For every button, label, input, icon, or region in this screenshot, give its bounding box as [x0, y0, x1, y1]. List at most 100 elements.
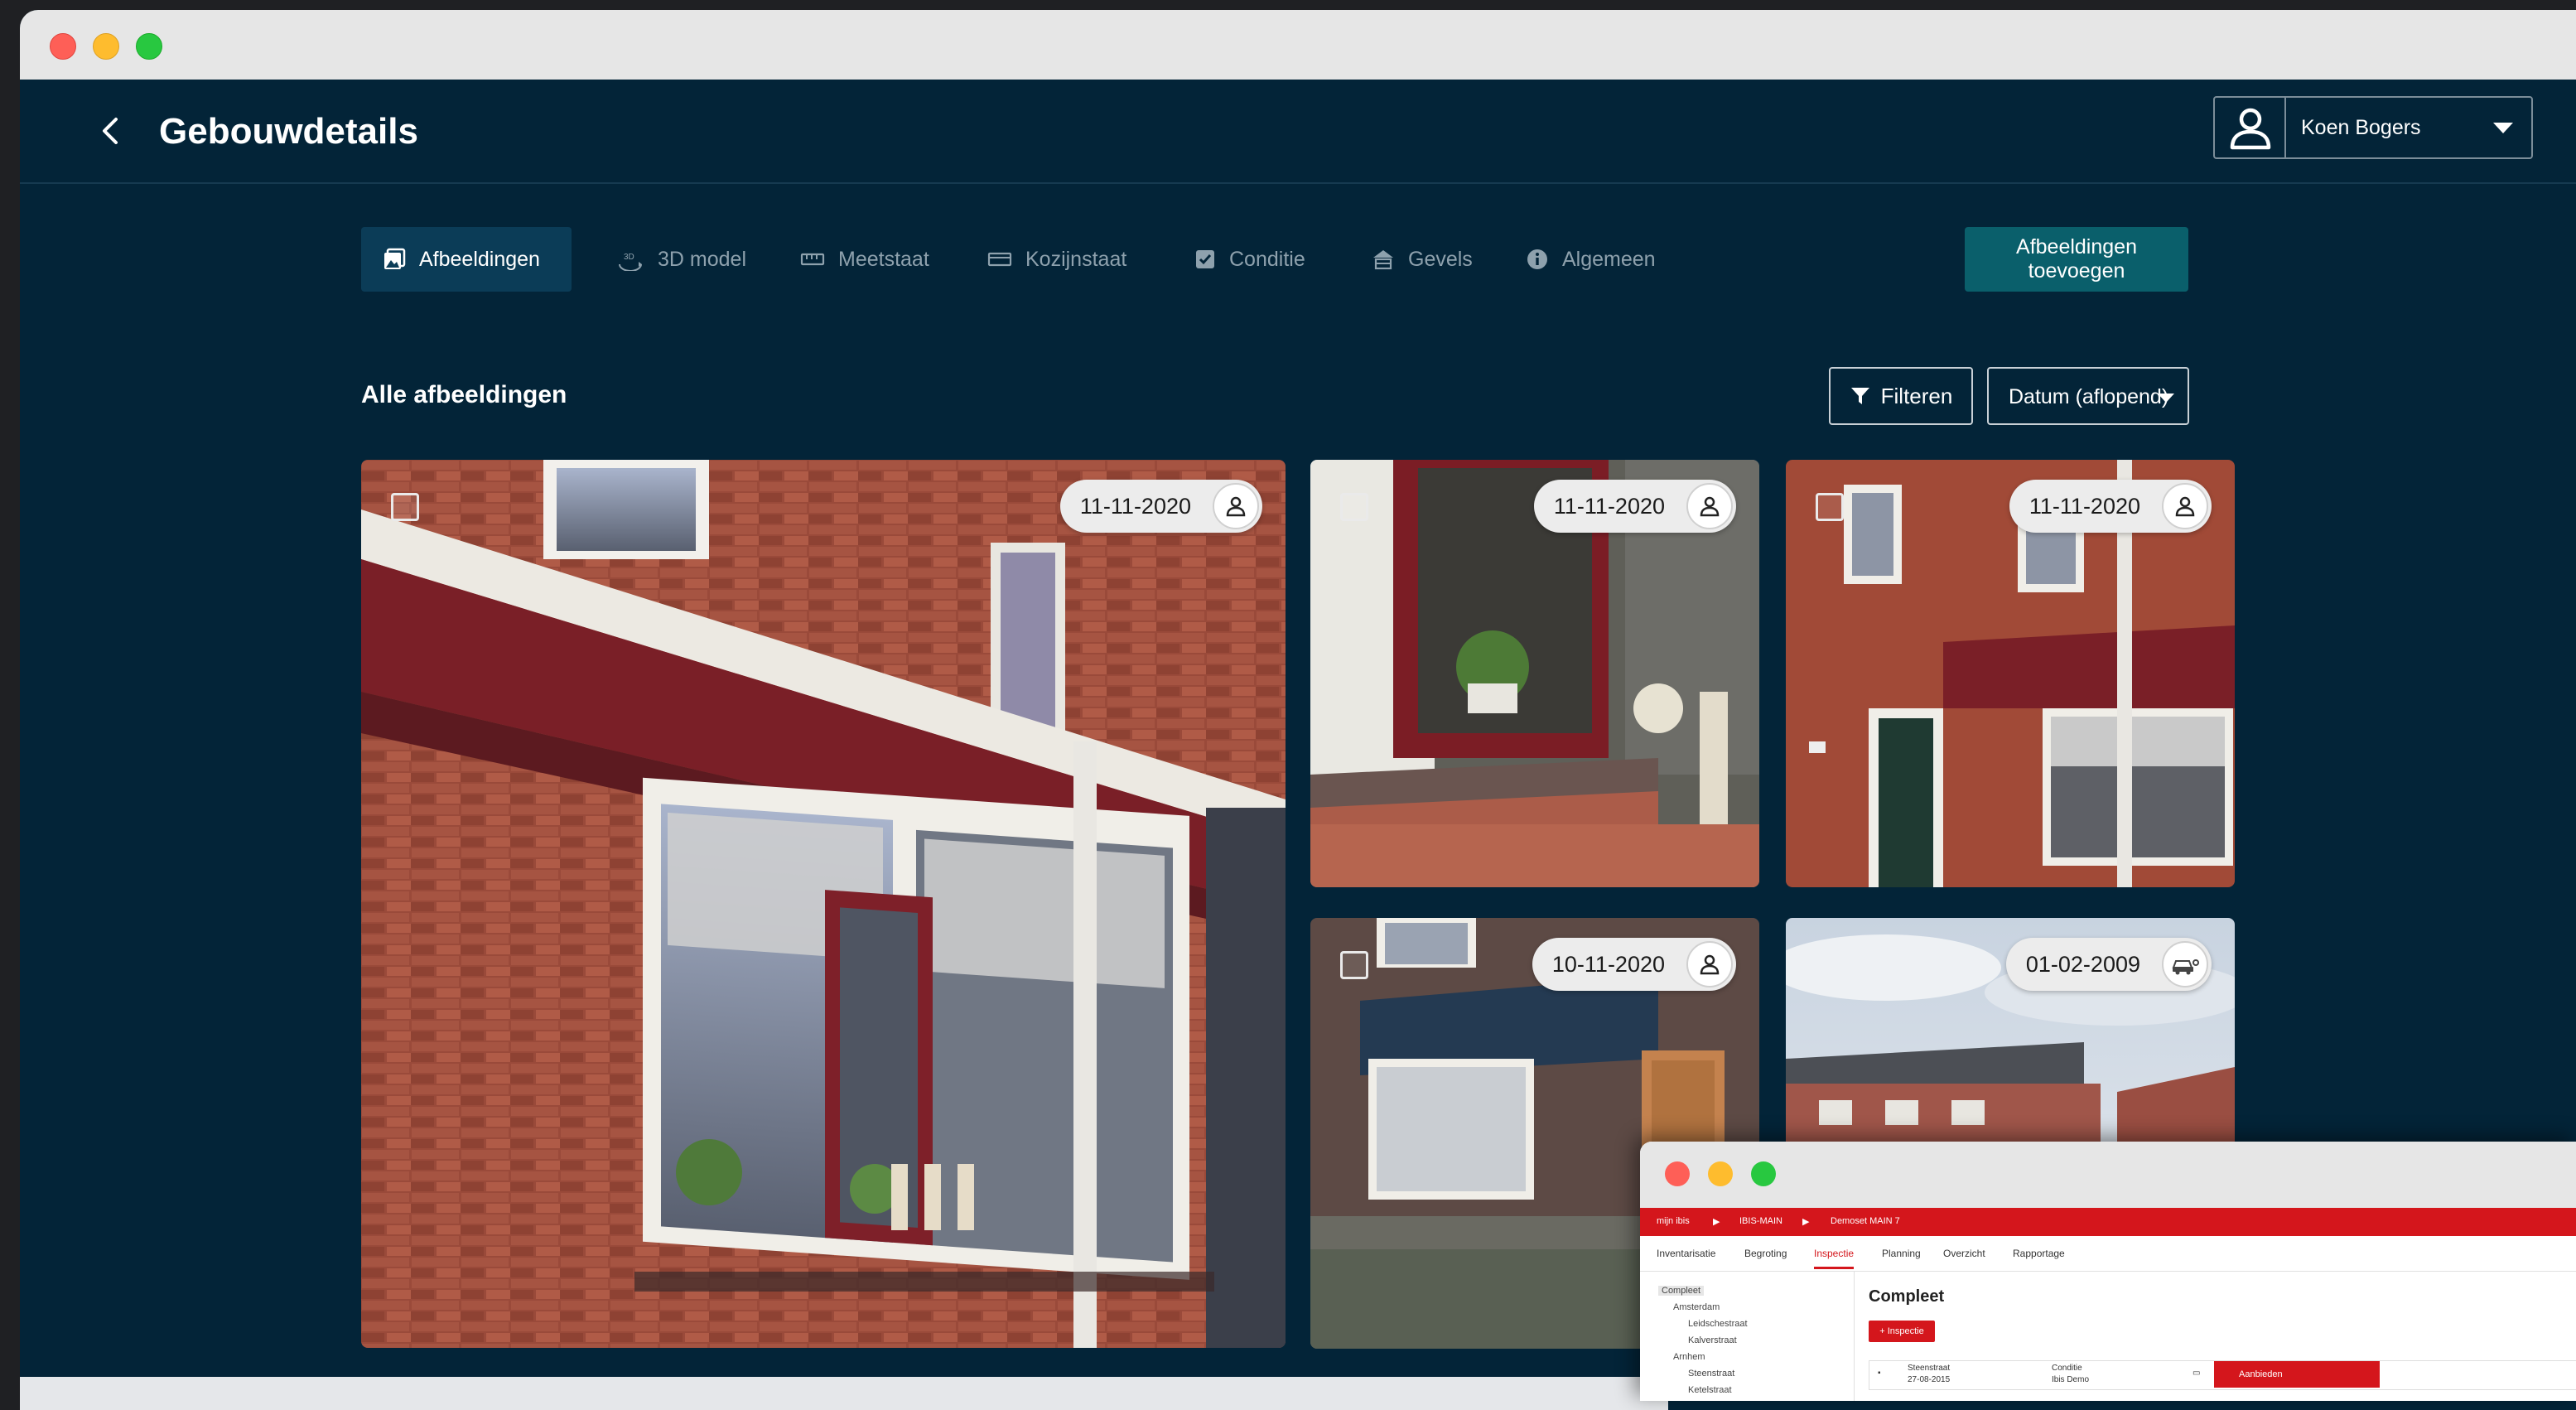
- file-icon: ▪: [1878, 1369, 1881, 1378]
- user-avatar-icon: [2230, 108, 2271, 150]
- sort-select[interactable]: Datum (aflopend): [1987, 367, 2189, 425]
- filter-label: Filteren: [1880, 383, 1953, 408]
- photo-select-checkbox[interactable]: [391, 493, 419, 521]
- cube-3d-icon: 3D: [619, 253, 642, 271]
- bottom-scroll-area: [20, 1377, 1668, 1410]
- nav-item-inventarisatie[interactable]: Inventarisatie: [1657, 1248, 1715, 1259]
- tree-sidebar: Compleet Amsterdam Leidschestraat Kalver…: [1640, 1271, 1855, 1401]
- caret-down-icon: [2158, 394, 2174, 403]
- tab-algemeen[interactable]: Algemeen: [1504, 227, 1677, 292]
- nav-item-overzicht[interactable]: Overzicht: [1943, 1248, 1985, 1259]
- sort-selected-value: Datum (aflopend): [2009, 385, 2169, 408]
- secondary-app-window: mijn ibis ▶ IBIS-MAIN ▶ Demoset MAIN 7 I…: [1640, 1142, 2576, 1401]
- tree-item[interactable]: Amsterdam: [1673, 1302, 1720, 1312]
- user-menu-divider: [2284, 98, 2286, 157]
- photo-date-badge: 01-02-2009: [2005, 938, 2212, 991]
- photo-image: [361, 460, 1286, 1348]
- add-images-button[interactable]: Afbeeldingen toevoegen: [1965, 227, 2188, 292]
- close-window-button[interactable]: [1665, 1161, 1690, 1186]
- tab-label: 3D model: [658, 247, 746, 271]
- breadcrumb-item[interactable]: Demoset MAIN 7: [1831, 1216, 1900, 1226]
- tab-3d-model[interactable]: 3D 3D model: [595, 227, 768, 292]
- maximize-window-button[interactable]: [1751, 1161, 1776, 1186]
- secondary-nav: Inventarisatie Begroting Inspectie Plann…: [1640, 1236, 2576, 1272]
- chevron-right-icon: ▶: [1802, 1217, 1810, 1227]
- photo-date: 11-11-2020: [2028, 493, 2140, 519]
- window-frame-icon: [987, 252, 1012, 267]
- tab-label: Afbeeldingen: [419, 247, 540, 271]
- ruler-icon: [800, 253, 825, 266]
- close-window-button[interactable]: [50, 33, 76, 60]
- tab-meetstaat[interactable]: Meetstaat: [779, 227, 951, 292]
- nav-item-rapportage[interactable]: Rapportage: [2013, 1248, 2065, 1259]
- breadcrumb-item[interactable]: IBIS-MAIN: [1739, 1216, 1782, 1226]
- photo-date: 10-11-2020: [1551, 951, 1665, 977]
- filter-button[interactable]: Filteren: [1829, 367, 1973, 425]
- breadcrumb: mijn ibis ▶ IBIS-MAIN ▶ Demoset MAIN 7: [1640, 1208, 2576, 1236]
- image-icon: [384, 248, 406, 269]
- offer-label: Aanbieden: [2239, 1369, 2283, 1379]
- svg-text:3D: 3D: [624, 253, 634, 262]
- tab-conditie[interactable]: Conditie: [1173, 227, 1327, 292]
- photo-date-badge: 11-11-2020: [2009, 480, 2212, 533]
- secondary-window-titlebar: [1640, 1142, 2576, 1208]
- photo-card[interactable]: 11-11-2020: [361, 460, 1286, 1348]
- breadcrumb-item[interactable]: mijn ibis: [1657, 1216, 1690, 1226]
- offer-button[interactable]: Aanbieden: [2214, 1361, 2380, 1388]
- monitor-icon: ▭: [2192, 1369, 2201, 1378]
- section-title: Alle afbeeldingen: [361, 381, 567, 408]
- photo-date-badge: 11-11-2020: [1059, 480, 1262, 533]
- chevron-left-icon[interactable]: [93, 113, 129, 149]
- info-icon: [1527, 249, 1547, 269]
- tree-item[interactable]: Steenstraat: [1688, 1369, 1734, 1379]
- photo-select-checkbox[interactable]: [1816, 493, 1844, 521]
- row-street: Steenstraat: [1908, 1364, 1951, 1373]
- photo-select-checkbox[interactable]: [1340, 951, 1368, 979]
- user-menu-dropdown[interactable]: Koen Bogers: [2213, 96, 2533, 159]
- tab-label: Gevels: [1408, 247, 1473, 271]
- table-row[interactable]: ▪ Steenstraat 27-08-2015 Conditie Ibis D…: [1869, 1360, 2576, 1390]
- caret-down-icon: [2493, 123, 2513, 133]
- tree-item[interactable]: Kalverstraat: [1688, 1335, 1737, 1345]
- photo-select-checkbox[interactable]: [1340, 493, 1368, 521]
- minimize-window-button[interactable]: [93, 33, 119, 60]
- nav-item-inspectie[interactable]: Inspectie: [1814, 1248, 1855, 1269]
- page-title: Gebouwdetails: [159, 111, 418, 152]
- tree-item[interactable]: Compleet: [1658, 1286, 1705, 1296]
- new-inspection-button[interactable]: + Inspectie: [1869, 1321, 1935, 1342]
- app-header: Gebouwdetails Koen Bogers: [20, 80, 2576, 184]
- filter-funnel-icon: [1850, 388, 1869, 404]
- photo-card[interactable]: 11-11-2020: [1786, 460, 2235, 887]
- photo-date: 11-11-2020: [1079, 493, 1191, 519]
- row-type: Conditie: [2052, 1364, 2082, 1373]
- photo-date-badge: 11-11-2020: [1533, 480, 1736, 533]
- user-icon: [1686, 941, 1733, 987]
- nav-item-planning[interactable]: Planning: [1882, 1248, 1921, 1259]
- house-facade-icon: [1373, 250, 1393, 270]
- checkbox-icon: [1196, 250, 1214, 268]
- minimize-window-button[interactable]: [1708, 1161, 1733, 1186]
- photo-date: 11-11-2020: [1553, 493, 1665, 519]
- user-icon: [1686, 483, 1733, 529]
- secondary-page-title: Compleet: [1869, 1287, 1945, 1306]
- row-date: 27-08-2015: [1908, 1375, 1951, 1384]
- photo-card[interactable]: 11-11-2020: [1310, 460, 1759, 887]
- user-icon: [2162, 483, 2208, 529]
- window-titlebar: [20, 10, 2576, 80]
- chevron-right-icon: ▶: [1713, 1217, 1720, 1227]
- tree-item[interactable]: Leidschestraat: [1688, 1319, 1748, 1329]
- street-view-car-icon: [2162, 941, 2208, 987]
- photo-date-badge: 10-11-2020: [1532, 938, 1736, 991]
- tab-label: Conditie: [1229, 247, 1305, 271]
- nav-item-begroting[interactable]: Begroting: [1744, 1248, 1787, 1259]
- user-name: Koen Bogers: [2301, 116, 2421, 139]
- tree-item[interactable]: Ketelstraat: [1688, 1385, 1732, 1395]
- maximize-window-button[interactable]: [136, 33, 162, 60]
- tab-kozijnstaat[interactable]: Kozijnstaat: [966, 227, 1148, 292]
- user-icon: [1213, 483, 1259, 529]
- tab-afbeeldingen[interactable]: Afbeeldingen: [361, 227, 572, 292]
- tree-item[interactable]: Arnhem: [1673, 1352, 1705, 1362]
- tab-gevels[interactable]: Gevels: [1350, 227, 1494, 292]
- row-owner: Ibis Demo: [2052, 1375, 2090, 1384]
- tab-label: Algemeen: [1562, 247, 1656, 271]
